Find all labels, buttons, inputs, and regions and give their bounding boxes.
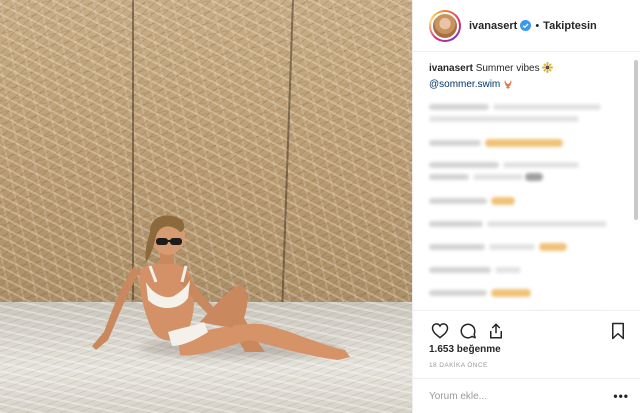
username[interactable]: ivanasert	[469, 20, 517, 32]
caption: ivanasert Summer vibes	[429, 62, 625, 78]
comments-scrollbar[interactable]	[634, 60, 638, 220]
bookmark-icon	[612, 322, 624, 339]
photo-figure	[92, 215, 350, 360]
comments-list[interactable]: ivanasert Summer vibes @sommer.swim	[413, 52, 640, 310]
sunflower-emoji-icon	[542, 62, 554, 78]
comment-form: •••	[413, 378, 640, 413]
post-sidebar: ivanasert • Takiptesin ivanasert Summer …	[412, 0, 640, 413]
likes-count[interactable]: 1.653 beğenme	[429, 344, 501, 355]
comment-button[interactable]	[457, 320, 479, 342]
more-options-button[interactable]: •••	[613, 389, 629, 403]
post-header: ivanasert • Takiptesin	[413, 0, 640, 52]
comment-item-blurred	[429, 137, 625, 151]
heart-icon	[431, 323, 449, 339]
caption-username[interactable]: ivanasert	[429, 63, 473, 74]
separator-dot: •	[535, 19, 540, 32]
comment-item-blurred	[429, 287, 625, 301]
comment-item-blurred	[429, 264, 625, 278]
verified-badge-icon	[520, 20, 532, 31]
caption-mention-line: @sommer.swim	[429, 78, 625, 94]
share-icon	[490, 323, 502, 338]
save-button[interactable]	[607, 320, 629, 342]
comment-item-blurred	[429, 218, 625, 232]
post-photo[interactable]	[0, 0, 412, 413]
mention-link[interactable]: @sommer.swim	[429, 79, 500, 90]
share-button[interactable]	[485, 320, 507, 342]
comment-input[interactable]	[429, 390, 614, 402]
follow-state-button[interactable]: Takiptesin	[543, 20, 597, 32]
comment-item-blurred	[429, 102, 625, 128]
avatar[interactable]	[429, 9, 461, 42]
comment-item-blurred	[429, 160, 625, 186]
like-button[interactable]	[429, 320, 451, 342]
post-timestamp[interactable]: 18 DAKİKA ÖNCE	[429, 362, 488, 369]
avatar-image	[431, 11, 459, 40]
comment-icon	[460, 323, 476, 339]
bikini-emoji-icon	[503, 78, 513, 94]
comment-item-blurred	[429, 241, 625, 255]
comment-item-blurred	[429, 195, 625, 209]
instagram-post: ivanasert • Takiptesin ivanasert Summer …	[0, 0, 640, 413]
caption-text: Summer vibes	[475, 63, 540, 74]
